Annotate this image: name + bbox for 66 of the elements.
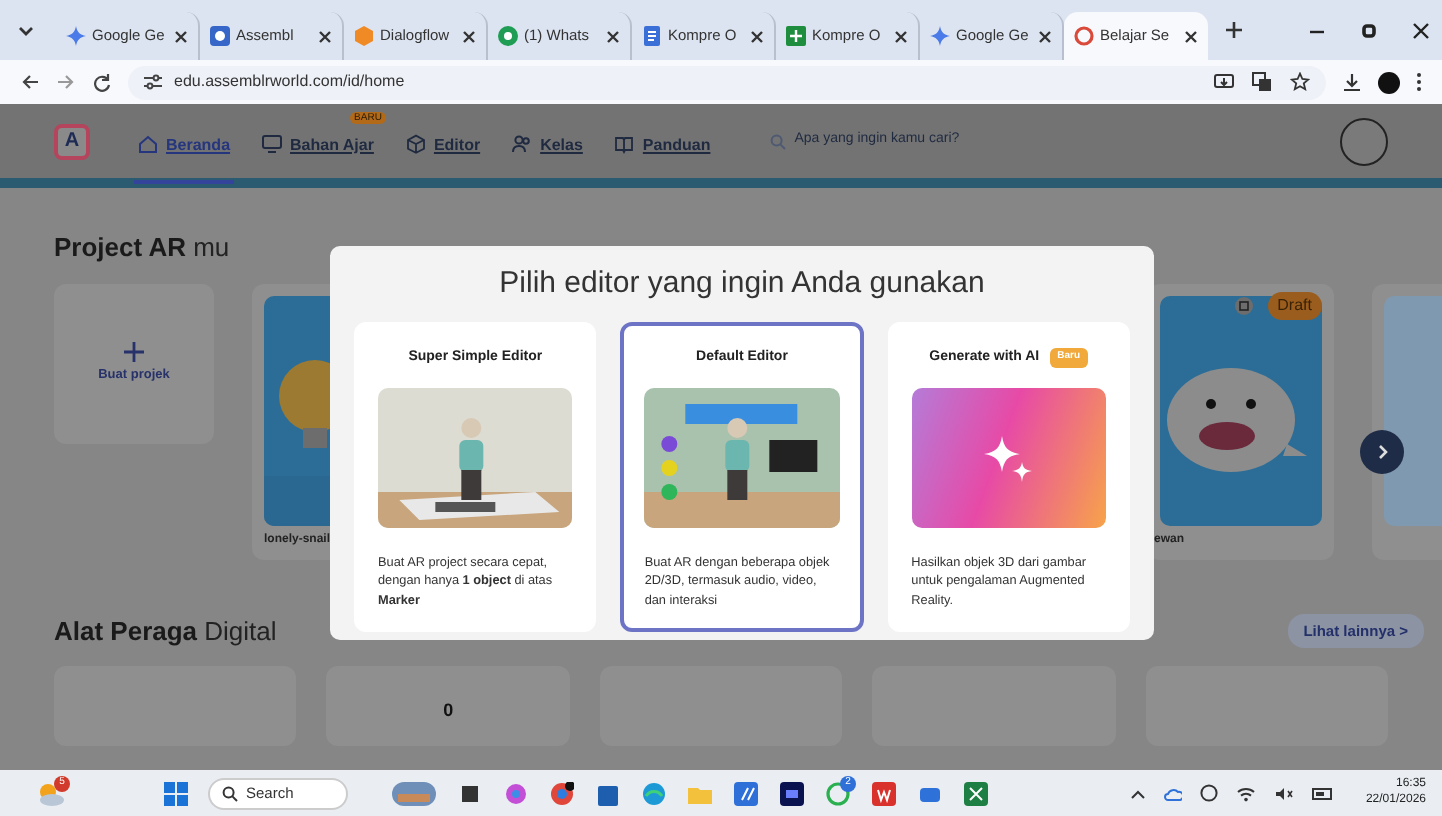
speaker-icon[interactable]: [1273, 785, 1294, 801]
sparkle-icon: [66, 26, 86, 46]
close-icon[interactable]: [462, 29, 476, 43]
people-icon: [512, 133, 533, 153]
flower-icon[interactable]: [504, 781, 528, 805]
close-icon[interactable]: [750, 29, 764, 43]
wifi-icon[interactable]: [1235, 785, 1256, 801]
dark-app-icon[interactable]: [780, 781, 804, 805]
slash-app-icon[interactable]: [734, 781, 758, 805]
chevron-up-icon[interactable]: [1129, 785, 1146, 801]
menu-icon[interactable]: [1416, 72, 1422, 92]
square-app-icon[interactable]: [458, 781, 482, 805]
modal-title: Pilih editor yang ingin Anda gunakan: [497, 264, 987, 304]
next-button[interactable]: [1360, 430, 1404, 474]
url-text[interactable]: edu.assemblrworld.com/id/home: [174, 70, 405, 94]
close-icon[interactable]: [318, 29, 332, 43]
close-icon[interactable]: [1038, 29, 1052, 43]
star-icon[interactable]: [1290, 72, 1310, 92]
home-icon: [138, 133, 158, 153]
chevron-right-icon: [1374, 444, 1390, 460]
prop-card[interactable]: 0: [326, 666, 570, 746]
grid-app-icon[interactable]: [964, 781, 988, 805]
card-text: 0: [443, 698, 454, 724]
hexagon-icon: [354, 26, 374, 46]
section-title: Project AR mu: [54, 230, 232, 266]
copy-icon[interactable]: [1234, 295, 1254, 315]
cube-icon: [405, 133, 426, 153]
reload-icon[interactable]: [92, 72, 112, 92]
download-icon[interactable]: [1342, 72, 1362, 92]
app-tile-icon: [210, 26, 230, 46]
new-tab-icon[interactable]: [1224, 20, 1244, 40]
windows-start-icon[interactable]: [164, 781, 188, 805]
close-icon[interactable]: [1184, 29, 1198, 43]
back-icon[interactable]: [20, 72, 40, 92]
profile-icon[interactable]: [1378, 71, 1400, 93]
search-icon: [770, 133, 787, 149]
landscape-icon[interactable]: [392, 781, 436, 805]
close-icon[interactable]: [1412, 21, 1430, 39]
translate-icon[interactable]: [1252, 72, 1272, 92]
close-icon[interactable]: [174, 29, 188, 43]
sparkle-icon: [930, 26, 950, 46]
battery-icon[interactable]: [1311, 787, 1334, 799]
wave-app-icon[interactable]: [642, 781, 666, 805]
chat-bubble-icon[interactable]: [826, 781, 850, 805]
book-icon: [614, 133, 635, 153]
spreadsheet-icon: [786, 26, 806, 46]
install-icon[interactable]: [1214, 73, 1234, 91]
app-logo[interactable]: A: [54, 123, 90, 159]
monitor-icon: [262, 133, 283, 153]
avatar[interactable]: [1340, 117, 1388, 165]
tile-app-icon[interactable]: [872, 781, 896, 805]
plus-icon: [124, 341, 144, 362]
close-icon[interactable]: [894, 29, 908, 43]
search-icon: [222, 785, 238, 801]
close-icon[interactable]: [606, 29, 620, 43]
ring-icon: [1074, 26, 1094, 46]
site-settings-icon[interactable]: [144, 74, 162, 90]
forward-icon[interactable]: [56, 72, 76, 92]
cloud-icon[interactable]: [1163, 785, 1182, 801]
draft-badge: Draft: [1267, 291, 1322, 319]
sparkle-icon: [982, 432, 1035, 484]
restore-icon[interactable]: [1360, 21, 1378, 39]
document-icon: [642, 26, 662, 46]
circle-app-icon[interactable]: [550, 781, 574, 805]
chat-bubble-icon: [498, 26, 518, 46]
section-title: Alat Peraga Digital: [54, 613, 277, 650]
